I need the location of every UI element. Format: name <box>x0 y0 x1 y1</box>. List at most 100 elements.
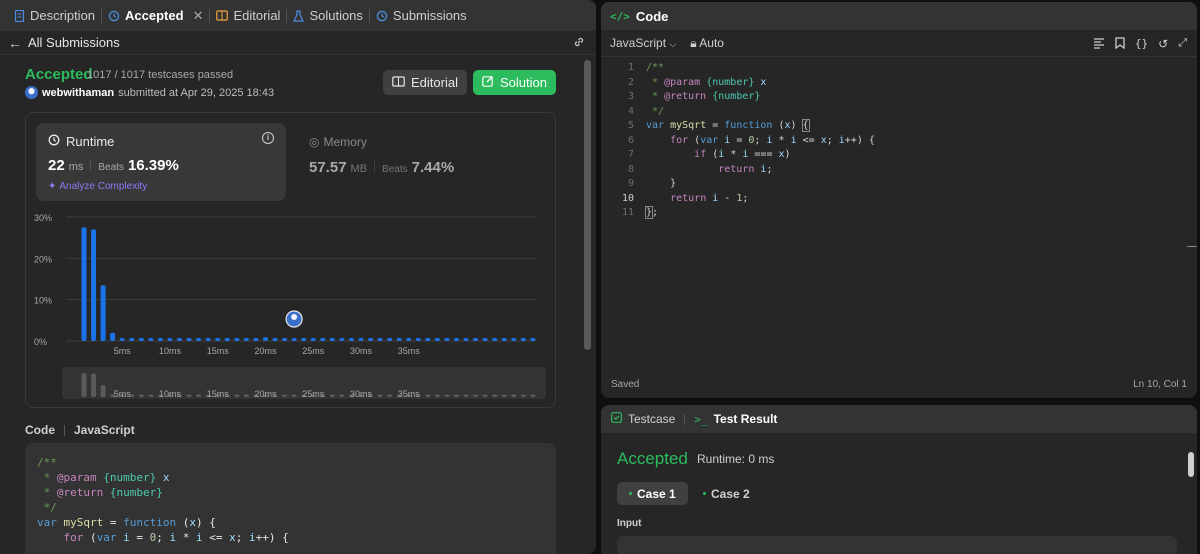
code-section-header: Code JavaScript <box>25 423 135 437</box>
mini-bar <box>492 394 498 397</box>
link-icon[interactable] <box>572 35 586 52</box>
tab-description[interactable]: Description <box>8 0 101 31</box>
mini-bar <box>243 394 249 397</box>
bar <box>530 338 536 341</box>
bar <box>339 338 345 341</box>
book-icon <box>216 10 229 21</box>
username[interactable]: webwithaman <box>42 87 114 99</box>
mini-x-tick-label: 10ms <box>159 389 182 399</box>
line-number: 9 <box>627 178 634 189</box>
tab-testcase[interactable]: Testcase <box>628 412 675 426</box>
scrollbar[interactable] <box>1188 452 1194 477</box>
mini-bar <box>81 373 87 397</box>
close-icon[interactable]: ✕ <box>193 8 204 24</box>
editor-actions: {} ↺ ⤢ <box>1093 37 1187 52</box>
submitter-row: webwithaman submitted at Apr 29, 2025 18… <box>25 86 274 99</box>
auto-mode[interactable]: 🔒︎ Auto <box>690 36 724 51</box>
bar <box>444 338 450 341</box>
test-runtime: Runtime: 0 ms <box>697 452 775 466</box>
code-lines[interactable]: /** * @param {number} x * @return {numbe… <box>644 61 875 221</box>
memory-label: Memory <box>323 135 367 149</box>
saved-status: Saved <box>611 379 640 390</box>
bar <box>406 338 412 341</box>
bar <box>110 332 116 341</box>
memory-icon: ◎ <box>309 135 320 149</box>
scrollbar[interactable] <box>584 60 591 350</box>
bar <box>320 338 326 341</box>
language-select[interactable]: JavaScript ⌵ <box>610 36 676 50</box>
bar <box>291 338 297 341</box>
bar <box>186 338 192 341</box>
tab-label: Solutions <box>309 8 363 23</box>
bar <box>425 338 431 341</box>
bar <box>234 338 240 341</box>
y-tick-label: 20% <box>34 254 52 264</box>
result-status: Accepted <box>25 66 93 83</box>
case-1-tab[interactable]: Case 1 <box>617 482 688 505</box>
expand-icon[interactable]: ⤢ <box>1178 37 1187 52</box>
editorial-label: Editorial <box>411 75 458 90</box>
case-2-tab[interactable]: Case 2 <box>691 482 762 505</box>
all-submissions-link[interactable]: All Submissions <box>28 35 120 50</box>
tab-accepted[interactable]: Accepted ✕ <box>102 0 209 31</box>
bar <box>387 338 393 341</box>
tab-editorial[interactable]: Editorial <box>210 0 286 31</box>
y-tick-label: 10% <box>34 296 52 306</box>
bar <box>129 338 135 341</box>
bar <box>501 338 507 341</box>
memory-header[interactable]: ◎ Memory <box>309 135 367 149</box>
info-icon[interactable]: i <box>262 132 274 144</box>
bar <box>463 338 469 341</box>
bar <box>196 338 202 341</box>
divider <box>374 161 376 172</box>
runtime-distribution-chart[interactable]: 30% 20% 10% 0% 5ms 10ms 15ms 20ms 25ms 30ms 35ms 5m… <box>26 211 557 407</box>
mini-bar <box>511 394 517 397</box>
avatar[interactable] <box>25 86 38 99</box>
tab-solutions[interactable]: Solutions <box>287 0 368 31</box>
mini-bar <box>530 394 536 397</box>
chevron-down-icon: ⌵ <box>669 39 677 49</box>
format-icon[interactable] <box>1093 37 1105 52</box>
cursor-position[interactable]: Ln 10, Col 1 <box>1133 379 1187 390</box>
mini-bar <box>186 394 192 397</box>
bar <box>215 338 221 341</box>
description-icon <box>14 9 25 22</box>
code-editor-panel: </> Code JavaScript ⌵ 🔒︎ Auto {} ↺ ⤢ 1 2 3… <box>601 2 1197 398</box>
runtime-header: Runtime <box>48 134 114 149</box>
tab-submissions[interactable]: Submissions <box>370 0 473 31</box>
y-tick-label: 30% <box>34 213 52 223</box>
editorial-button[interactable]: Editorial <box>383 70 467 95</box>
beats-label: Beats <box>382 164 408 175</box>
x-tick-label: 15ms <box>207 346 230 356</box>
reset-icon[interactable]: ↺ <box>1158 37 1168 52</box>
mini-bar <box>329 394 335 397</box>
flask-icon <box>293 9 305 22</box>
analyze-label: Analyze Complexity <box>59 181 148 192</box>
beats-label: Beats <box>98 162 124 173</box>
lock-icon: 🔒︎ <box>690 35 697 50</box>
bar <box>310 338 316 341</box>
bookmark-icon[interactable] <box>1115 37 1125 52</box>
bar <box>301 338 307 341</box>
pass-dot <box>703 492 706 495</box>
line-number: 3 <box>627 91 634 102</box>
tab-test-result[interactable]: Test Result <box>714 412 778 426</box>
mode-label: Auto <box>699 35 724 50</box>
arrow-left-icon[interactable]: ← <box>8 35 22 51</box>
bar <box>148 338 154 341</box>
braces-icon[interactable]: {} <box>1135 37 1148 52</box>
submitted-code[interactable]: /** * @param {number} x * @return {numbe… <box>25 443 556 554</box>
divider <box>64 424 65 436</box>
mini-bar <box>482 394 488 397</box>
testcases-passed: 1017 / 1017 testcases passed <box>87 69 234 81</box>
bar <box>205 338 211 341</box>
solution-button[interactable]: Solution <box>473 70 556 95</box>
analyze-complexity-link[interactable]: ✦ Analyze Complexity <box>48 181 147 192</box>
code-title[interactable]: Code <box>636 9 669 24</box>
bar <box>282 338 288 341</box>
bar <box>272 338 278 341</box>
memory-value-row[interactable]: 57.57 MB Beats 7.44% <box>309 159 454 176</box>
x-tick-label: 30ms <box>350 346 373 356</box>
runtime-box[interactable]: Runtime i 22 ms Beats 16.39% ✦ Analyze C… <box>36 123 286 201</box>
code-editor[interactable]: 1 2 3 4 5 6 7 8 9 10 11 /** * @param {number} x * … <box>601 61 1197 371</box>
